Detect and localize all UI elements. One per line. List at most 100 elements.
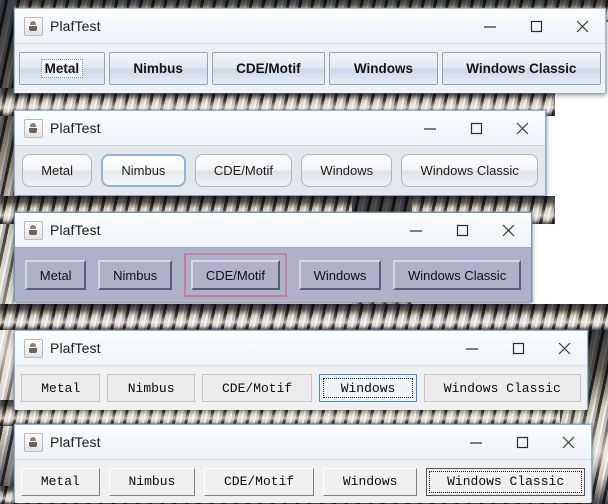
button-label: Nimbus (113, 267, 158, 283)
laf-button-windows-classic[interactable]: Windows Classic (426, 467, 585, 496)
laf-button-nimbus[interactable]: Nimbus (101, 154, 186, 187)
button-label: Windows Classic (420, 163, 519, 178)
laf-button-panel: Metal Nimbus CDE/Motif Windows Windows C… (15, 247, 531, 302)
button-label: Windows Classic (407, 267, 507, 283)
button-label: Windows Classic (443, 380, 561, 396)
title-bar[interactable]: PlafTest (15, 213, 531, 247)
button-label: CDE/Motif (213, 163, 274, 178)
button-label: Metal (40, 474, 80, 489)
window-windows[interactable]: PlafTest Metal Nimbus CDE/Motif Windows … (14, 330, 588, 410)
window-title: PlafTest (50, 120, 101, 136)
laf-button-nimbus[interactable]: Nimbus (98, 260, 173, 290)
window-controls (407, 111, 545, 145)
window-windows-classic[interactable]: PlafTest Metal Nimbus CDE/Motif Windows … (14, 424, 592, 503)
laf-button-panel: Metal Nimbus CDE/Motif Windows Windows C… (15, 459, 591, 503)
java-coffee-cup-icon (24, 432, 43, 452)
laf-button-cde-motif[interactable]: CDE/Motif (201, 374, 313, 402)
maximize-icon[interactable] (499, 425, 545, 459)
button-label: Metal (39, 267, 72, 283)
laf-button-windows-classic-wrap: Windows Classic (393, 260, 521, 290)
button-label: Nimbus (133, 61, 183, 76)
laf-button-cde-motif[interactable]: CDE/Motif (194, 154, 293, 187)
laf-button-nimbus[interactable]: Nimbus (107, 374, 195, 402)
window-title: PlafTest (50, 222, 101, 238)
laf-button-windows[interactable]: Windows (323, 467, 418, 496)
laf-button-windows[interactable]: Windows (329, 52, 438, 85)
window-metal[interactable]: PlafTest Metal Nimbus CDE/Motif Windows … (14, 8, 606, 93)
java-coffee-cup-icon (24, 118, 43, 138)
laf-button-metal[interactable]: Metal (25, 260, 87, 290)
button-label: CDE/Motif (205, 267, 266, 283)
minimize-icon[interactable] (467, 9, 513, 43)
laf-button-metal[interactable]: Metal (22, 154, 93, 187)
laf-button-cde-motif[interactable]: CDE/Motif (211, 52, 326, 85)
window-controls (453, 425, 591, 459)
laf-button-panel: Metal Nimbus CDE/Motif Windows Windows C… (15, 145, 545, 195)
laf-button-windows[interactable]: Windows (301, 154, 393, 187)
close-icon[interactable] (541, 331, 587, 365)
minimize-icon[interactable] (407, 111, 453, 145)
close-icon[interactable] (499, 111, 545, 145)
laf-button-windows[interactable]: Windows (298, 260, 382, 290)
button-label: Nimbus (128, 474, 176, 489)
java-coffee-cup-icon (24, 16, 43, 36)
close-icon[interactable] (485, 213, 531, 247)
button-label: Metal (40, 59, 84, 78)
laf-button-nimbus-wrap: Nimbus (98, 260, 173, 290)
maximize-icon[interactable] (453, 111, 499, 145)
laf-button-windows-classic[interactable]: Windows Classic (423, 374, 582, 402)
title-bar[interactable]: PlafTest (15, 425, 591, 459)
button-label: CDE/Motif (236, 61, 301, 76)
java-coffee-cup-icon (24, 338, 43, 358)
maximize-icon[interactable] (513, 9, 559, 43)
minimize-icon[interactable] (453, 425, 499, 459)
window-title: PlafTest (50, 434, 101, 450)
wallpaper-strip (0, 0, 14, 504)
laf-button-windows-classic[interactable]: Windows Classic (393, 260, 521, 290)
button-label: Windows Classic (466, 61, 577, 76)
button-label: CDE/Motif (222, 380, 293, 396)
button-label: Windows (313, 267, 367, 283)
laf-button-panel: Metal Nimbus CDE/Motif Windows Windows C… (15, 43, 605, 93)
maximize-icon[interactable] (495, 331, 541, 365)
laf-button-windows-classic[interactable]: Windows Classic (441, 52, 601, 85)
close-icon[interactable] (545, 425, 591, 459)
title-bar[interactable]: PlafTest (15, 111, 545, 145)
close-icon[interactable] (559, 9, 605, 43)
laf-button-windows-classic[interactable]: Windows Classic (401, 154, 538, 187)
minimize-icon[interactable] (393, 213, 439, 247)
title-bar[interactable]: PlafTest (15, 9, 605, 43)
java-coffee-cup-icon (24, 220, 43, 240)
button-label: Windows Classic (429, 470, 582, 493)
button-label: Metal (41, 163, 73, 178)
window-cde-motif[interactable]: PlafTest Metal Nimbus CDE/Motif Windows (14, 212, 532, 302)
window-controls (393, 213, 531, 247)
title-bar[interactable]: PlafTest (15, 331, 587, 365)
button-label: CDE/Motif (223, 474, 295, 489)
button-label: Metal (41, 380, 81, 396)
laf-button-windows-wrap: Windows (298, 260, 382, 290)
button-label: Windows (320, 163, 374, 178)
button-label: Windows (353, 61, 413, 76)
window-controls (467, 9, 605, 43)
laf-button-metal[interactable]: Metal (21, 467, 100, 496)
laf-button-metal[interactable]: Metal (21, 374, 101, 402)
laf-button-cde-motif-wrap: CDE/Motif (184, 253, 287, 297)
window-title: PlafTest (50, 18, 101, 34)
laf-button-cde-motif[interactable]: CDE/Motif (204, 467, 315, 496)
wallpaper-strip (0, 304, 608, 330)
laf-button-cde-motif[interactable]: CDE/Motif (191, 260, 280, 290)
button-label: Nimbus (121, 163, 166, 178)
maximize-icon[interactable] (439, 213, 485, 247)
laf-button-windows[interactable]: Windows (319, 374, 417, 402)
window-nimbus[interactable]: PlafTest Metal Nimbus CDE/Motif Windows … (14, 110, 546, 195)
window-title: PlafTest (50, 340, 101, 356)
minimize-icon[interactable] (449, 331, 495, 365)
laf-button-panel: Metal Nimbus CDE/Motif Windows Windows C… (15, 365, 587, 410)
laf-button-nimbus[interactable]: Nimbus (108, 52, 208, 85)
laf-button-metal[interactable]: Metal (19, 52, 105, 85)
window-controls (449, 331, 587, 365)
laf-button-nimbus[interactable]: Nimbus (108, 467, 196, 496)
laf-button-metal-wrap: Metal (25, 260, 87, 290)
button-label: Nimbus (127, 380, 175, 396)
